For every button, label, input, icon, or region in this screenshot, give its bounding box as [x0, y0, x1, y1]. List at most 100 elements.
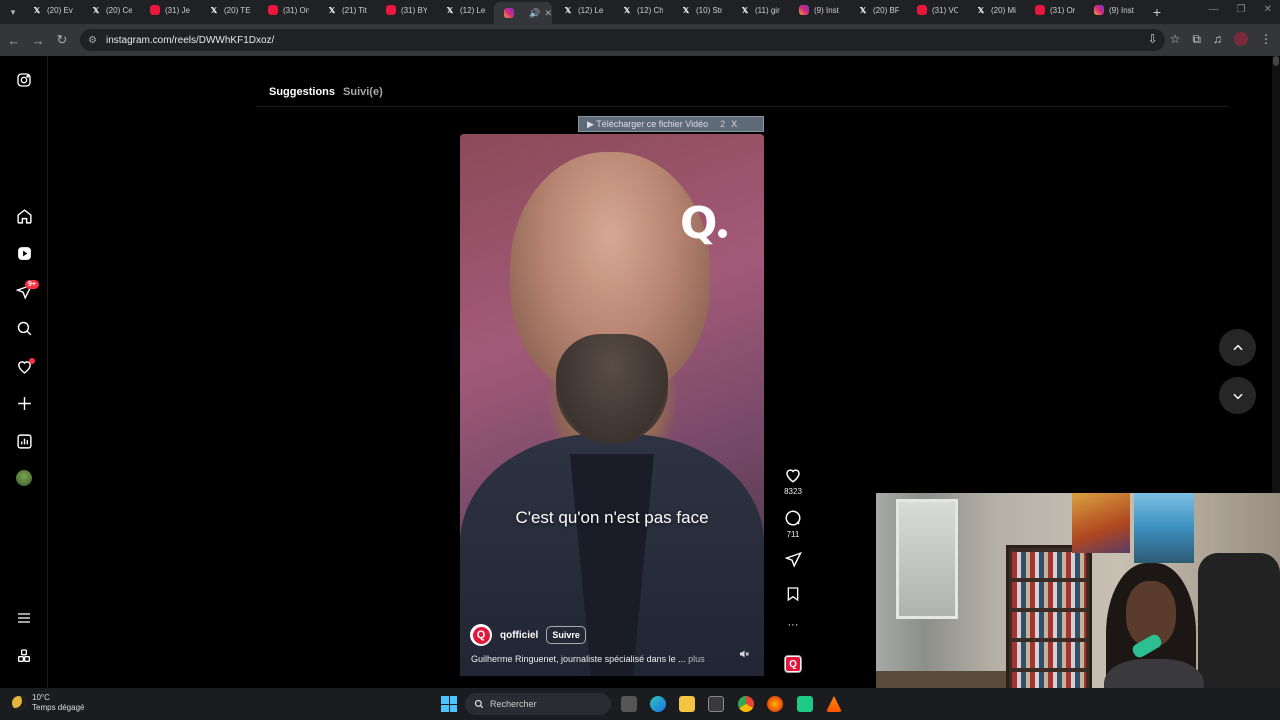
reel-video[interactable]: Q C'est qu'on n'est pas face Q qofficiel…: [460, 134, 764, 676]
video-download-bar[interactable]: ▶ Télécharger ce fichier Vidéo 2 X: [578, 116, 764, 132]
browser-tab[interactable]: (9) Inst: [1084, 0, 1142, 20]
browser-tab[interactable]: (9) Inst: [789, 0, 847, 20]
caption-more-link[interactable]: plus: [688, 654, 705, 664]
profile-icon[interactable]: [14, 468, 34, 488]
edge-icon[interactable]: [650, 696, 666, 712]
profile-avatar[interactable]: [1234, 32, 1248, 46]
x-logo-icon: 𝕏: [446, 5, 454, 15]
browser-tab[interactable]: (31) Or: [1025, 0, 1083, 20]
windows-taskbar: 10°C Temps dégagé Rechercher: [0, 688, 1280, 720]
windows-start-icon[interactable]: [441, 696, 457, 712]
browser-tab[interactable]: 𝕏 (12) Ch: [612, 0, 670, 20]
audio-action[interactable]: Q: [778, 655, 808, 673]
browser-tab[interactable]: (31) VC: [907, 0, 965, 20]
browser-tab[interactable]: 𝕏 (11) gir: [730, 0, 788, 20]
browser-menu-icon[interactable]: ⋮: [1260, 32, 1272, 47]
download-close-button[interactable]: X: [731, 119, 737, 129]
address-bar[interactable]: ⚙ instagram.com/reels/DWWhKF1Dxoz/: [80, 29, 1165, 51]
previous-reel-button[interactable]: [1219, 329, 1256, 366]
site-info-icon[interactable]: ⚙: [88, 35, 97, 46]
reels-icon[interactable]: [14, 243, 34, 263]
x-logo-icon: 𝕏: [623, 5, 631, 15]
x-logo-icon: 𝕏: [210, 5, 218, 15]
x-logo-icon: 𝕏: [741, 5, 749, 15]
next-reel-button[interactable]: [1219, 377, 1256, 414]
also-from-meta-icon[interactable]: [14, 646, 34, 666]
tab-following[interactable]: Suivi(e): [343, 86, 383, 98]
download-count: 2: [720, 119, 726, 129]
browser-tab[interactable]: 🔊 ✕: [494, 2, 552, 24]
follow-button[interactable]: Suivre: [546, 626, 586, 644]
tab-audio-icon[interactable]: 🔊: [529, 8, 540, 19]
store-icon[interactable]: [708, 696, 724, 712]
browser-tab[interactable]: 𝕏 (20) Ev: [22, 0, 80, 20]
back-button[interactable]: ←: [2, 33, 26, 48]
create-plus-icon[interactable]: [14, 393, 34, 413]
reload-button[interactable]: ↻: [50, 32, 74, 48]
firefox-icon[interactable]: [767, 696, 783, 712]
app-icon[interactable]: [797, 696, 813, 712]
video-subject-beard: [556, 334, 668, 444]
browser-tab[interactable]: (31) On: [258, 0, 316, 20]
close-window-button[interactable]: ✕: [1264, 4, 1272, 15]
minimize-button[interactable]: —: [1209, 4, 1219, 15]
tab-title: (10) Str: [696, 5, 722, 15]
browser-tab[interactable]: 𝕏 (20) Ce: [81, 0, 139, 20]
vlc-icon[interactable]: [826, 696, 842, 712]
notification-dot: [29, 358, 35, 364]
reels-tabs: Suggestions Suivi(e): [269, 86, 383, 98]
like-action[interactable]: 8323: [778, 466, 808, 496]
extensions-icon[interactable]: ⧉: [1192, 32, 1201, 47]
tab-title: (20) Mi: [991, 5, 1016, 15]
browser-tab[interactable]: (31) BY: [376, 0, 434, 20]
tab-suggestions[interactable]: Suggestions: [269, 86, 335, 98]
task-view-icon[interactable]: [621, 696, 637, 712]
like-count: 8323: [784, 487, 802, 496]
more-options-icon[interactable]: ···: [778, 619, 808, 631]
file-explorer-icon[interactable]: [679, 696, 695, 712]
weather-widget[interactable]: 10°C Temps dégagé: [12, 693, 84, 713]
download-label[interactable]: ▶ Télécharger ce fichier Vidéo: [587, 119, 708, 130]
new-tab-button[interactable]: +: [1145, 4, 1169, 20]
dashboard-icon[interactable]: [14, 431, 34, 451]
instagram-icon: [1094, 5, 1104, 15]
tab-title: (31) Or: [1050, 5, 1076, 15]
forward-button[interactable]: →: [26, 33, 50, 48]
sidebar: 9+: [0, 56, 48, 688]
reel-caption[interactable]: Guilherme Ringuenet, journaliste spécial…: [471, 654, 716, 664]
share-paper-plane-icon: [784, 551, 802, 568]
tab-search-button[interactable]: ▾: [4, 3, 22, 21]
browser-tab[interactable]: 𝕏 (12) Le: [435, 0, 493, 20]
browser-tab[interactable]: 𝕏 (10) Str: [671, 0, 729, 20]
browser-tab[interactable]: (31) Je: [140, 0, 198, 20]
author-username[interactable]: qofficiel: [500, 630, 538, 641]
share-action[interactable]: [778, 551, 808, 568]
comment-bubble-icon: [785, 510, 801, 526]
browser-tab[interactable]: 𝕏 (21) Tit: [317, 0, 375, 20]
audio-thumbnail[interactable]: Q: [784, 655, 802, 673]
tab-title: (9) Inst: [1109, 5, 1134, 15]
browser-tab[interactable]: 𝕏 (20) BF: [848, 0, 906, 20]
browser-tab[interactable]: 𝕏 (20) TE: [199, 0, 257, 20]
save-action[interactable]: [778, 586, 808, 602]
instagram-logo-icon[interactable]: [14, 70, 34, 90]
tab-title: (20) TE: [224, 5, 250, 15]
tab-title: (31) VC: [932, 5, 958, 15]
maximize-button[interactable]: ❐: [1237, 4, 1246, 15]
browser-tab[interactable]: 𝕏 (20) Mi: [966, 0, 1024, 20]
home-icon[interactable]: [14, 206, 34, 226]
media-control-icon[interactable]: ♫: [1213, 32, 1222, 47]
tab-title: (31) Je: [165, 5, 190, 15]
taskbar-search[interactable]: Rechercher: [465, 693, 611, 715]
more-menu-icon[interactable]: [14, 608, 34, 628]
browser-tab[interactable]: 𝕏 (12) Le: [553, 0, 611, 20]
install-app-icon[interactable]: ⇩: [1148, 32, 1158, 47]
comment-action[interactable]: 711: [778, 509, 808, 539]
weather-condition: Temps dégagé: [32, 703, 85, 712]
bookmark-star-icon[interactable]: ☆: [1170, 32, 1181, 47]
tab-close-icon[interactable]: ✕: [544, 8, 552, 19]
search-icon[interactable]: [14, 318, 34, 338]
chrome-icon[interactable]: [738, 696, 754, 712]
mute-icon[interactable]: [738, 648, 750, 660]
author-avatar[interactable]: Q: [470, 624, 492, 646]
